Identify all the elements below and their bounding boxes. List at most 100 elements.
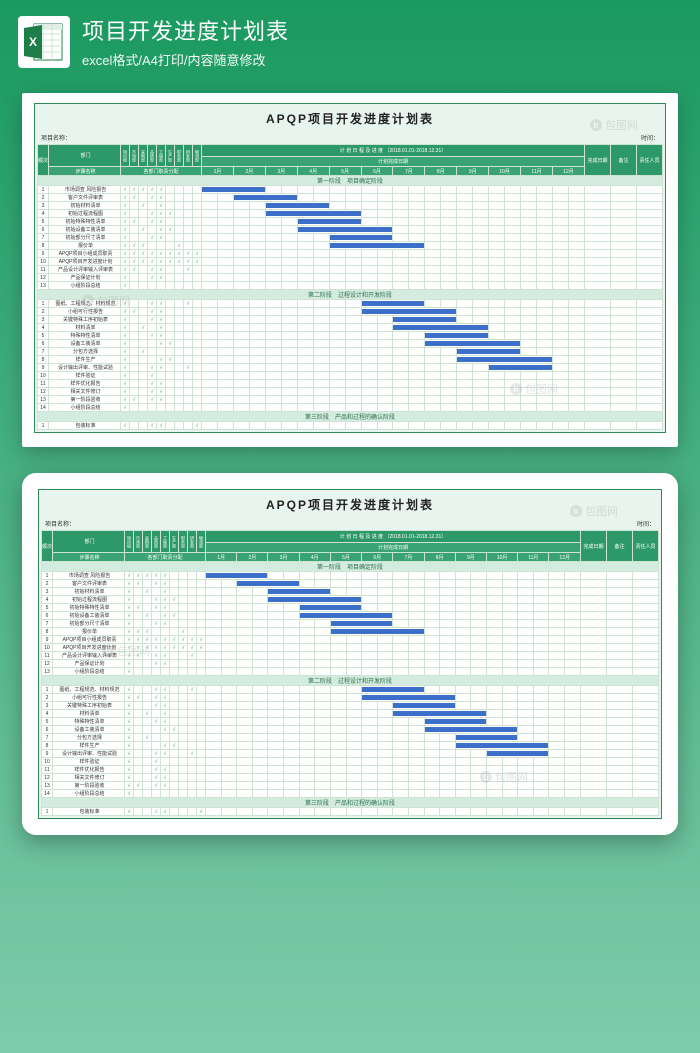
gantt-bar — [300, 613, 393, 618]
meta-project: 项目名称： — [45, 519, 75, 528]
check-mark: √ — [187, 301, 190, 307]
table-row: 2客户文件评审表√√√√ — [42, 580, 659, 588]
check-mark: √ — [151, 381, 154, 387]
gantt-bar — [234, 195, 297, 200]
table-row: 6初始设备工装清单√√√√ — [42, 612, 659, 620]
plan-period: 计 划 日 程 及 进 度 （2018.01.01-2018.12.31） — [206, 531, 581, 543]
table-row: 5特殊特性清单√√√ — [38, 332, 663, 340]
check-mark: √ — [155, 687, 158, 693]
gantt-bar — [266, 211, 361, 216]
col-done: 完成日期 — [581, 531, 607, 562]
table-row: 5特殊特性清单√√√ — [42, 718, 659, 726]
gantt-bar-cell — [486, 750, 548, 758]
check-mark: √ — [124, 397, 127, 403]
dept-header: 研发部 — [184, 145, 193, 167]
gantt-bar-cell — [393, 324, 489, 332]
step-name: 设计输出评审、性能试验 — [49, 364, 121, 372]
table-row: 11产品设计评审输入评审表√√√√√ — [42, 652, 659, 660]
check-mark: √ — [164, 605, 167, 611]
gantt-bar-cell — [233, 194, 297, 202]
check-mark: √ — [137, 783, 140, 789]
check-mark: √ — [155, 759, 158, 765]
step-name: 样件验证 — [53, 758, 125, 766]
step-name: 设计输出评审、性能试验 — [53, 750, 125, 758]
check-mark: √ — [137, 605, 140, 611]
col-remark: 备注 — [607, 531, 633, 562]
check-mark: √ — [151, 333, 154, 339]
check-mark: √ — [196, 259, 199, 265]
check-mark: √ — [124, 309, 127, 315]
check-mark: √ — [124, 301, 127, 307]
document-1: APQP项目开发进度计划表项目名称：时间：顺次部门项目组市场部采购部品质部工程部… — [34, 103, 666, 433]
gantt-bar — [237, 581, 298, 586]
check-mark: √ — [187, 365, 190, 371]
check-mark: √ — [164, 775, 167, 781]
check-mark: √ — [124, 259, 127, 265]
check-mark: √ — [169, 227, 172, 233]
step-name: 第一阶段验收 — [53, 782, 125, 790]
check-mark: √ — [124, 423, 127, 429]
table-row: 3关键特殊工序初始表√√√ — [38, 316, 663, 324]
gantt-bar — [266, 203, 329, 208]
step-name: 产品保证计划 — [53, 660, 125, 668]
doc-title: APQP项目开发进度计划表 — [41, 492, 659, 517]
check-mark: √ — [160, 227, 163, 233]
check-mark: √ — [124, 235, 127, 241]
table-row: 4材料清单√√√ — [38, 324, 663, 332]
table-row: 4初始过程流程图√√√√ — [42, 596, 659, 604]
check-mark: √ — [191, 645, 194, 651]
gantt-bar — [362, 301, 425, 306]
gantt-bar — [331, 629, 424, 634]
month-header: 9月 — [457, 167, 489, 176]
check-mark: √ — [142, 203, 145, 209]
step-name: 初始材料清单 — [53, 588, 125, 596]
month-header: 7月 — [393, 553, 424, 562]
check-mark: √ — [128, 613, 131, 619]
gantt-bar-cell — [330, 620, 392, 628]
table-row: 7分包方选择√√ — [38, 348, 663, 356]
check-mark: √ — [164, 783, 167, 789]
table-row: 2客户文件评审表√√√√ — [38, 194, 663, 202]
check-mark: √ — [124, 405, 127, 411]
table-row: 1市场调查 风险报告√√√√√ — [38, 186, 663, 194]
dept-header: 市场部 — [134, 531, 143, 553]
check-mark: √ — [146, 735, 149, 741]
check-mark: √ — [151, 251, 154, 257]
dept-header: 项目组 — [121, 145, 130, 167]
step-name: 报价单 — [49, 242, 121, 250]
check-mark: √ — [128, 767, 131, 773]
check-mark: √ — [146, 637, 149, 643]
check-mark: √ — [164, 703, 167, 709]
check-mark: √ — [191, 637, 194, 643]
step-name: 市场调查 风险报告 — [49, 186, 121, 194]
table-row: 3初始材料清单√√√ — [42, 588, 659, 596]
check-mark: √ — [128, 759, 131, 765]
step-name: APQP项目小组成员职责 — [49, 250, 121, 258]
month-header: 10月 — [489, 167, 521, 176]
table-row: 4初始过程流程图√√√√ — [38, 210, 663, 218]
month-header: 12月 — [552, 167, 584, 176]
table-row: 12产品保证计划√√√ — [42, 660, 659, 668]
step-name: 小组阶段总结 — [49, 282, 121, 290]
gantt-bar-cell — [297, 226, 393, 234]
step-name: 设备工装清单 — [49, 340, 121, 348]
check-mark: √ — [155, 775, 158, 781]
step-name: 样件生产 — [49, 356, 121, 364]
check-mark: √ — [164, 751, 167, 757]
gantt-bar — [298, 227, 393, 232]
check-mark: √ — [151, 275, 154, 281]
check-mark: √ — [173, 637, 176, 643]
table-row: 4材料清单√√√ — [42, 710, 659, 718]
check-mark: √ — [128, 637, 131, 643]
check-mark: √ — [160, 301, 163, 307]
month-header: 12月 — [549, 553, 581, 562]
gantt-bar-cell — [424, 726, 518, 734]
check-mark: √ — [200, 645, 203, 651]
table-row: 12产品保证计划√√√ — [38, 274, 663, 282]
gantt-bar — [393, 325, 488, 330]
check-mark: √ — [124, 357, 127, 363]
month-header: 6月 — [361, 167, 393, 176]
check-mark: √ — [164, 621, 167, 627]
check-mark: √ — [128, 653, 131, 659]
table-row: 7初始部分尺寸清单√√√ — [42, 620, 659, 628]
